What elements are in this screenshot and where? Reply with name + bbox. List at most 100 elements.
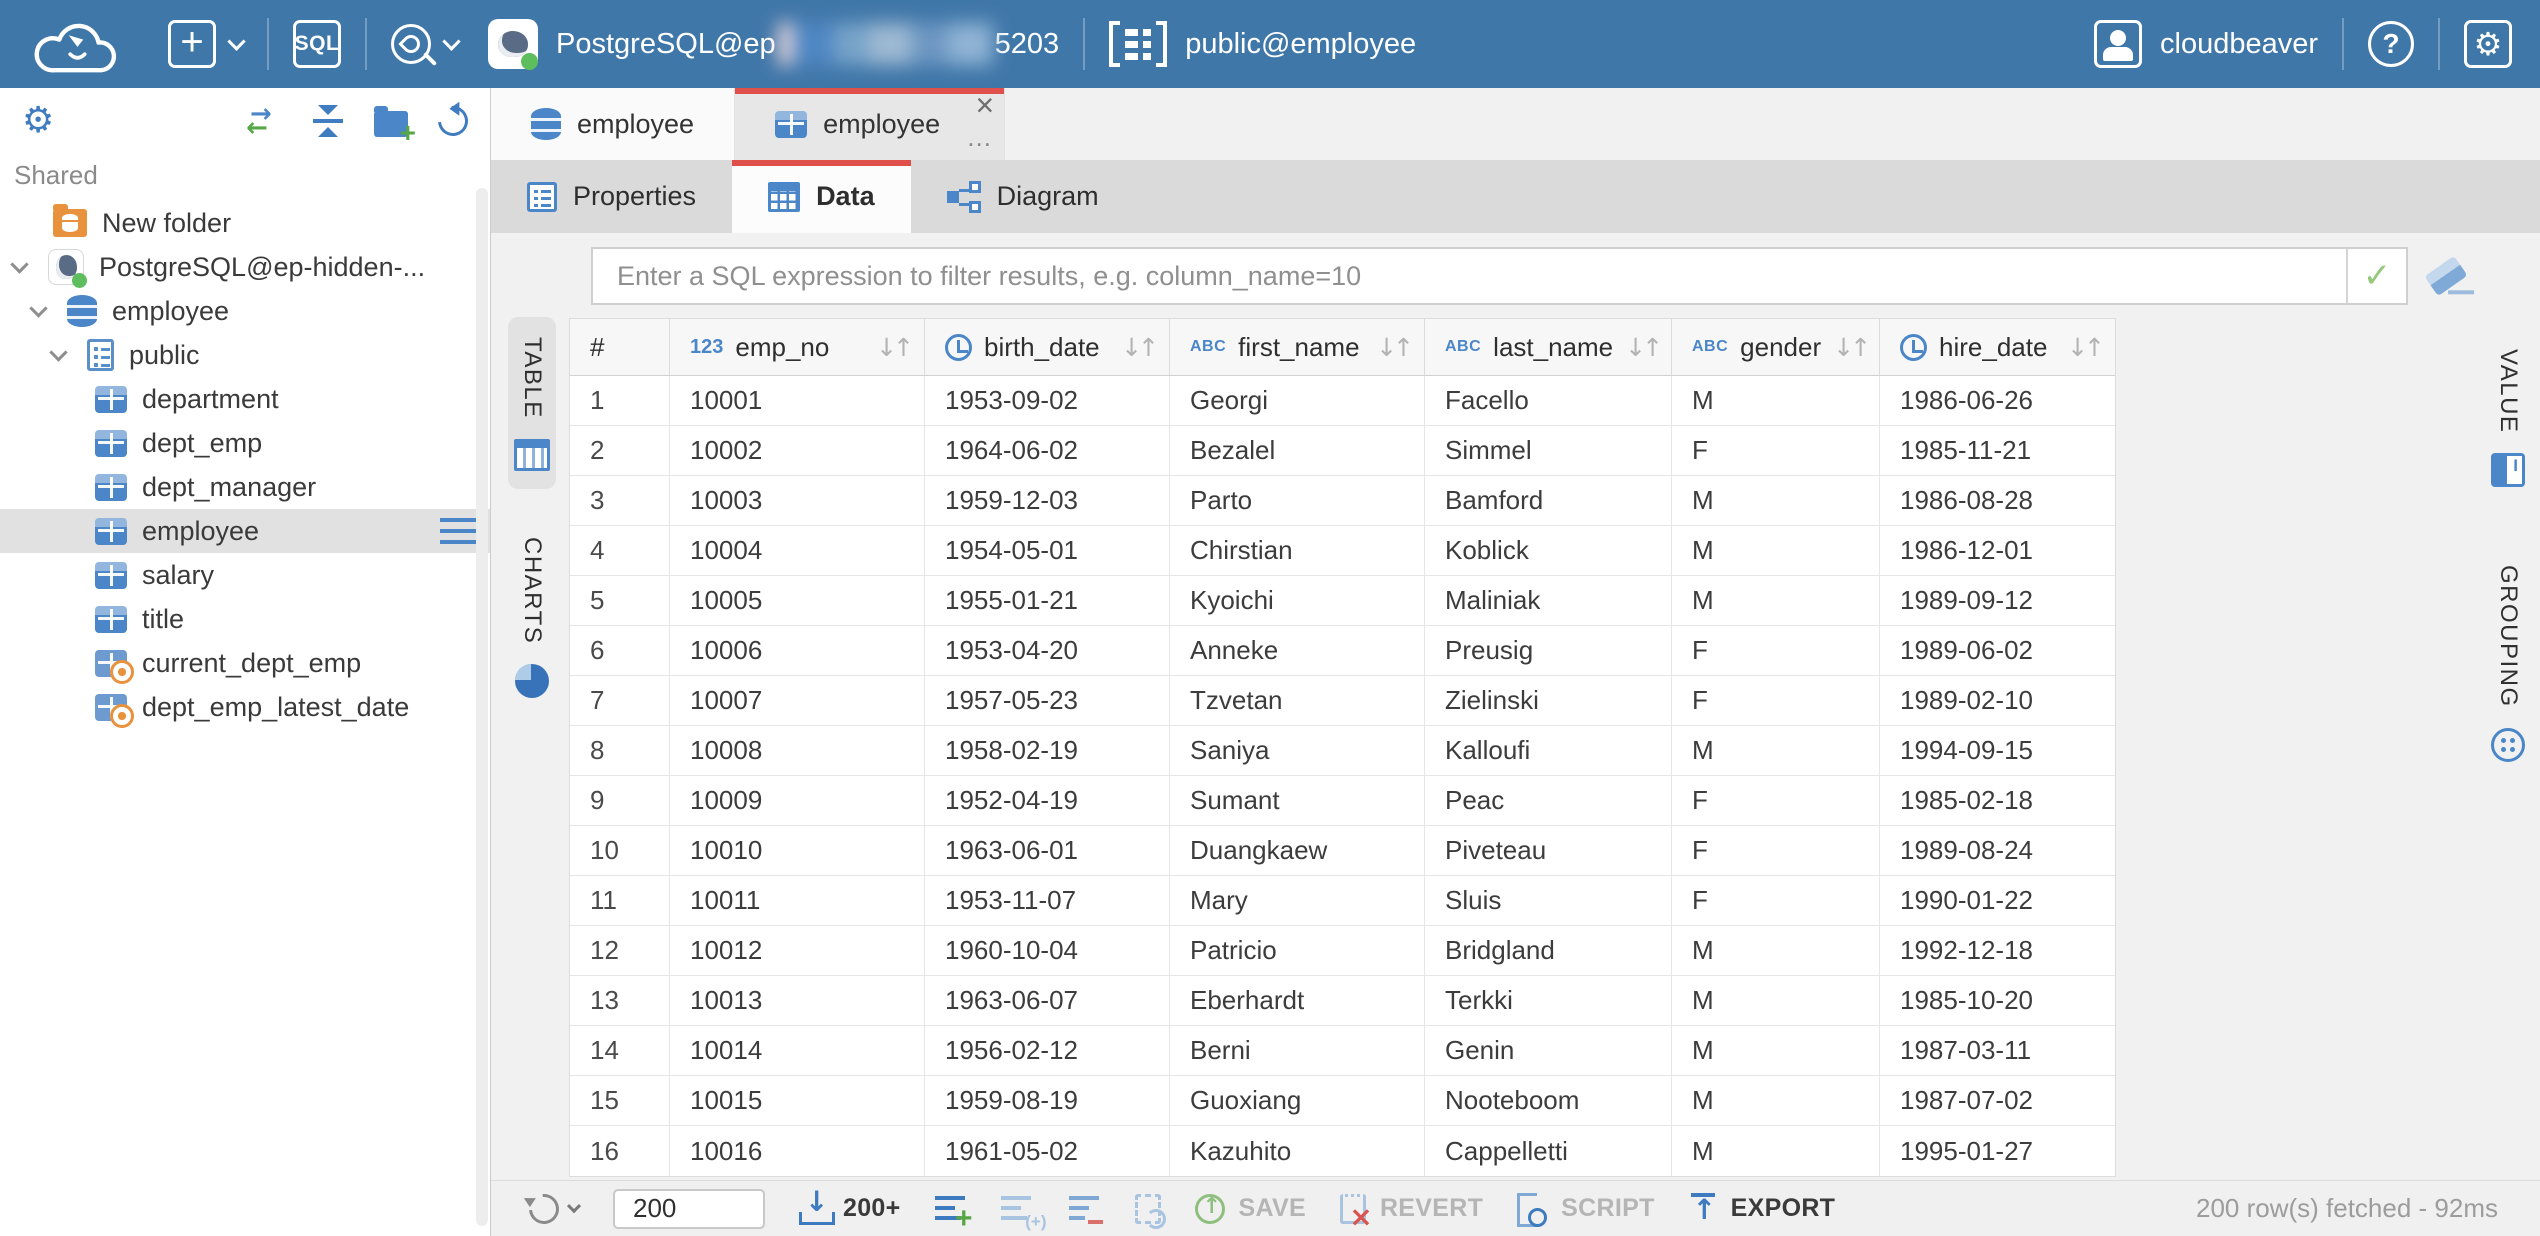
data-cell[interactable]: 1955-01-21 [925,576,1170,625]
schema-selector[interactable]: public@employee [1109,21,1416,67]
data-cell[interactable]: 10001 [670,376,925,425]
data-cell[interactable]: Berni [1170,1026,1425,1075]
tree-item-salary[interactable]: salary [0,553,490,597]
data-cell[interactable]: 10016 [670,1126,925,1176]
row-number-cell[interactable]: 7 [570,676,670,725]
data-cell[interactable]: 1987-07-02 [1880,1076,2115,1125]
data-cell[interactable]: 1985-10-20 [1880,976,2115,1025]
sql-editor-button[interactable]: SQL [293,20,341,68]
data-cell[interactable]: M [1672,476,1880,525]
add-row-button[interactable] [935,1194,967,1224]
tab-employee-table[interactable]: employee × [735,88,1005,160]
data-cell[interactable]: 1990-01-22 [1880,876,2115,925]
row-number-cell[interactable]: 4 [570,526,670,575]
data-cell[interactable]: Bridgland [1425,926,1672,975]
data-cell[interactable]: M [1672,526,1880,575]
sort-icon[interactable] [876,333,910,362]
row-number-cell[interactable]: 1 [570,376,670,425]
tab-employee-database[interactable]: employee [491,88,735,160]
data-cell[interactable]: Duangkaew [1170,826,1425,875]
data-cell[interactable]: Parto [1170,476,1425,525]
connection-search-dropdown-icon[interactable] [442,32,460,50]
data-cell[interactable]: 1989-08-24 [1880,826,2115,875]
data-cell[interactable]: Patricio [1170,926,1425,975]
row-number-cell[interactable]: 2 [570,426,670,475]
sort-icon[interactable] [2067,333,2101,362]
row-number-cell[interactable]: 15 [570,1076,670,1125]
data-cell[interactable]: F [1672,826,1880,875]
data-cell[interactable]: Maliniak [1425,576,1672,625]
sync-navigation-icon[interactable] [248,105,282,137]
data-cell[interactable]: 10005 [670,576,925,625]
data-cell[interactable]: 10009 [670,776,925,825]
data-cell[interactable]: M [1672,376,1880,425]
data-cell[interactable]: 10002 [670,426,925,475]
data-cell[interactable]: F [1672,876,1880,925]
data-cell[interactable]: Genin [1425,1026,1672,1075]
refresh-results-button[interactable] [529,1194,579,1224]
tab-data[interactable]: Data [732,160,911,233]
data-cell[interactable]: 1986-06-26 [1880,376,2115,425]
data-cell[interactable]: 1995-01-27 [1880,1126,2115,1176]
data-cell[interactable]: M [1672,1126,1880,1176]
chevron-down-icon[interactable] [10,255,28,273]
data-cell[interactable]: 10006 [670,626,925,675]
data-cell[interactable]: Bamford [1425,476,1672,525]
data-cell[interactable]: Chirstian [1170,526,1425,575]
script-button[interactable]: SCRIPT [1517,1193,1654,1225]
tree-item-employee[interactable]: employee [0,289,490,333]
tree-item-department[interactable]: department [0,377,490,421]
row-number-cell[interactable]: 10 [570,826,670,875]
data-cell[interactable]: F [1672,626,1880,675]
data-cell[interactable]: Tzvetan [1170,676,1425,725]
data-cell[interactable]: M [1672,576,1880,625]
sidebar-scrollbar[interactable] [476,188,488,1226]
tree-item-employee[interactable]: employee [0,509,490,553]
tree-item-public[interactable]: public [0,333,490,377]
data-cell[interactable]: 1989-02-10 [1880,676,2115,725]
data-cell[interactable]: 1953-04-20 [925,626,1170,675]
data-cell[interactable]: 1958-02-19 [925,726,1170,775]
clear-filter-icon[interactable] [2424,256,2467,296]
auto-refresh-button[interactable] [1135,1194,1161,1224]
data-cell[interactable]: Facello [1425,376,1672,425]
connection-search-icon[interactable] [391,24,431,64]
data-cell[interactable]: 10003 [670,476,925,525]
close-tab-icon[interactable]: × [975,88,994,123]
user-menu[interactable]: cloudbeaver [2094,20,2318,68]
row-number-cell[interactable]: 9 [570,776,670,825]
row-number-cell[interactable]: 5 [570,576,670,625]
data-cell[interactable]: Preusig [1425,626,1672,675]
presentation-tab-table[interactable]: TABLE [508,317,556,489]
row-number-cell[interactable]: 8 [570,726,670,775]
column-header-emp_no[interactable]: 123emp_no [670,319,925,375]
tree-item-postgresql-ep-hidden-[interactable]: PostgreSQL@ep-hidden-... [0,245,490,289]
sort-icon[interactable] [1833,333,1867,362]
row-number-cell[interactable]: 3 [570,476,670,525]
new-object-button[interactable] [168,20,216,68]
save-button[interactable]: SAVE [1195,1194,1306,1224]
data-cell[interactable]: Kyoichi [1170,576,1425,625]
new-folder-icon[interactable] [374,111,408,137]
data-cell[interactable]: 1986-08-28 [1880,476,2115,525]
help-button[interactable] [2368,21,2414,67]
data-cell[interactable]: 10012 [670,926,925,975]
data-cell[interactable]: F [1672,426,1880,475]
sql-filter-input[interactable] [593,249,2346,303]
data-cell[interactable]: 1959-12-03 [925,476,1170,525]
data-cell[interactable]: Kazuhito [1170,1126,1425,1176]
fetch-more-button[interactable]: 200+ [799,1193,901,1225]
row-number-cell[interactable]: 13 [570,976,670,1025]
data-cell[interactable]: 1985-11-21 [1880,426,2115,475]
data-cell[interactable]: 1960-10-04 [925,926,1170,975]
data-cell[interactable]: F [1672,776,1880,825]
panel-tab-value[interactable]: VALUE [2485,329,2531,505]
sort-icon[interactable] [1376,333,1410,362]
data-cell[interactable]: 1989-09-12 [1880,576,2115,625]
data-cell[interactable]: 1953-09-02 [925,376,1170,425]
data-cell[interactable]: 1964-06-02 [925,426,1170,475]
data-cell[interactable]: 10007 [670,676,925,725]
new-object-dropdown-icon[interactable] [227,32,245,50]
tab-overflow-icon[interactable] [966,122,994,153]
data-cell[interactable]: Eberhardt [1170,976,1425,1025]
